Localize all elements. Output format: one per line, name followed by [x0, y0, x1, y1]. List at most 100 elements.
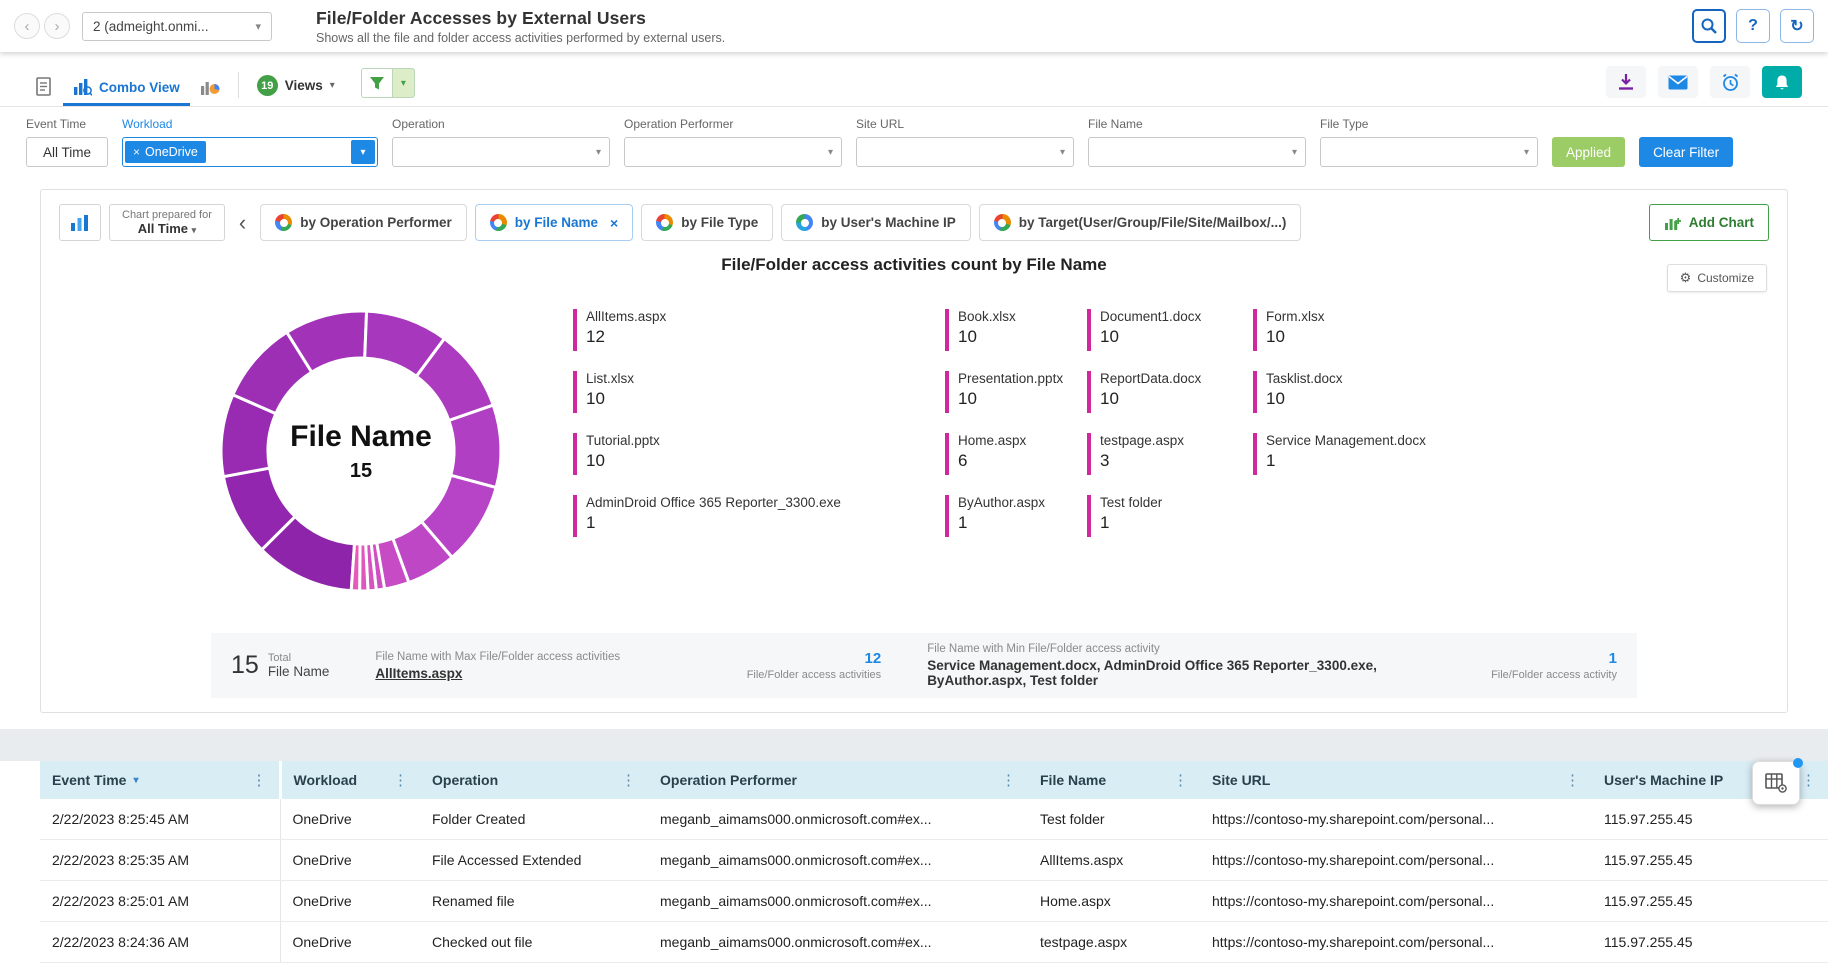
legend-item[interactable]: List.xlsx10	[573, 371, 945, 413]
column-menu-icon[interactable]: ⋮	[1565, 771, 1580, 789]
chart-tab-label: by Target(User/Group/File/Site/Mailbox/.…	[1019, 215, 1287, 230]
column-header[interactable]: Operation⋮	[420, 761, 648, 799]
filter-button[interactable]	[361, 68, 393, 98]
table-cell: 115.97.255.45	[1592, 922, 1828, 963]
chart-tab[interactable]: by File Type	[641, 204, 773, 241]
report-view-button[interactable]	[26, 77, 63, 106]
column-menu-icon[interactable]: ⋮	[393, 771, 408, 789]
column-header[interactable]: File Name⋮	[1028, 761, 1200, 799]
legend-item[interactable]: Test folder1	[1087, 495, 1253, 537]
chevron-down-icon[interactable]: ▾	[351, 140, 375, 164]
column-header[interactable]: Workload⋮	[280, 761, 420, 799]
chart-type-button[interactable]	[59, 204, 101, 241]
chart-tab[interactable]: by File Name×	[475, 204, 633, 241]
legend-item[interactable]: ReportData.docx10	[1087, 371, 1253, 413]
chart-tab[interactable]: by Operation Performer	[260, 204, 467, 241]
legend-item[interactable]: AdminDroid Office 365 Reporter_3300.exe1	[573, 495, 945, 537]
summary-max-name[interactable]: AllItems.aspx	[375, 666, 620, 681]
chart-tabs-row: Chart prepared for All Time ▾ ‹ by Opera…	[41, 190, 1787, 241]
legend-item[interactable]: Home.aspx6	[945, 433, 1087, 475]
table-grid-icon	[1765, 773, 1787, 793]
chart-tab[interactable]: by User's Machine IP	[781, 204, 971, 241]
table-cell: File Accessed Extended	[420, 840, 648, 881]
legend-item[interactable]: Form.xlsx10	[1253, 309, 1747, 351]
back-button[interactable]: ‹	[14, 13, 40, 39]
legend-value: 10	[958, 327, 1016, 347]
legend-item[interactable]: Tutorial.pptx10	[573, 433, 945, 475]
donut-chart[interactable]: File Name 15	[211, 301, 511, 601]
help-button[interactable]: ?	[1736, 9, 1770, 43]
legend-item[interactable]: Presentation.pptx10	[945, 371, 1087, 413]
table-row[interactable]: 2/22/2023 8:24:36 AMOneDriveChecked out …	[40, 922, 1828, 963]
filter-dropdown-button[interactable]: ▾	[393, 68, 415, 98]
search-button[interactable]	[1692, 9, 1726, 43]
tabs-scroll-left-button[interactable]: ‹	[233, 210, 252, 236]
legend-item[interactable]: Book.xlsx10	[945, 309, 1087, 351]
legend-item[interactable]: Tasklist.docx10	[1253, 371, 1747, 413]
chart-prepared-prefix: Chart prepared for	[122, 209, 212, 221]
chip-remove-icon[interactable]: ×	[133, 145, 140, 159]
donut-segment[interactable]	[351, 544, 360, 591]
schedule-button[interactable]	[1710, 66, 1750, 98]
workload-chip[interactable]: × OneDrive	[125, 141, 206, 163]
event-time-button[interactable]: All Time	[26, 137, 108, 167]
customize-button[interactable]: ⚙ Customize	[1667, 264, 1767, 292]
column-header[interactable]: Site URL⋮	[1200, 761, 1592, 799]
add-chart-button[interactable]: Add Chart	[1649, 204, 1769, 241]
column-menu-icon[interactable]: ⋮	[621, 771, 636, 789]
column-header[interactable]: Operation Performer⋮	[648, 761, 1028, 799]
chart-view-button[interactable]	[190, 78, 230, 106]
page-title: File/Folder Accesses by External Users	[316, 8, 725, 29]
column-header[interactable]: Event Time▾⋮	[40, 761, 280, 799]
donut-segment[interactable]	[449, 405, 501, 487]
table-settings-button[interactable]	[1752, 761, 1800, 805]
chart-prepared-for-dropdown[interactable]: Chart prepared for All Time ▾	[109, 204, 225, 241]
clear-filter-button[interactable]: Clear Filter	[1639, 137, 1733, 167]
legend-value: 12	[586, 327, 666, 347]
legend-bar-icon	[573, 495, 577, 537]
chart-tab[interactable]: by Target(User/Group/File/Site/Mailbox/.…	[979, 204, 1302, 241]
legend-item[interactable]: AllItems.aspx12	[573, 309, 945, 351]
column-menu-icon[interactable]: ⋮	[1173, 771, 1188, 789]
table-cell: https://contoso-my.sharepoint.com/person…	[1200, 881, 1592, 922]
table-row[interactable]: 2/22/2023 8:25:01 AMOneDriveRenamed file…	[40, 881, 1828, 922]
table-cell: meganb_aimams000.onmicrosoft.com#ex...	[648, 922, 1028, 963]
add-chart-icon	[1664, 215, 1681, 231]
chevron-down-icon: ▾	[401, 78, 406, 89]
table-cell: https://contoso-my.sharepoint.com/person…	[1200, 922, 1592, 963]
chart-tab-label: by Operation Performer	[300, 215, 452, 230]
summary-total-value: 15	[231, 651, 259, 680]
legend-item[interactable]: testpage.aspx3	[1087, 433, 1253, 475]
close-icon[interactable]: ×	[610, 215, 618, 231]
table-cell: OneDrive	[280, 840, 420, 881]
site-url-select[interactable]: ▾	[856, 137, 1074, 167]
table-row[interactable]: 2/22/2023 8:25:35 AMOneDriveFile Accesse…	[40, 840, 1828, 881]
applied-button[interactable]: Applied	[1552, 137, 1625, 167]
operation-select[interactable]: ▾	[392, 137, 610, 167]
views-dropdown[interactable]: 19 Views ▾	[247, 75, 345, 106]
legend-name: testpage.aspx	[1100, 433, 1184, 448]
history-button[interactable]: ↻	[1780, 9, 1814, 43]
alerts-button[interactable]	[1762, 66, 1802, 98]
table-cell: meganb_aimams000.onmicrosoft.com#ex...	[648, 799, 1028, 840]
operation-performer-select[interactable]: ▾	[624, 137, 842, 167]
legend-value: 1	[1266, 451, 1426, 471]
column-menu-icon[interactable]: ⋮	[1001, 771, 1016, 789]
export-download-button[interactable]	[1606, 66, 1646, 98]
sort-desc-icon[interactable]: ▾	[133, 775, 138, 786]
legend-item[interactable]: Service Management.docx1	[1253, 433, 1747, 475]
legend-item[interactable]: ByAuthor.aspx1	[945, 495, 1087, 537]
top-header: ‹ › 2 (admeight.onmi... ▾ File/Folder Ac…	[0, 0, 1828, 52]
forward-button[interactable]: ›	[44, 13, 70, 39]
file-type-select[interactable]: ▾	[1320, 137, 1538, 167]
email-button[interactable]	[1658, 66, 1698, 98]
workload-multiselect[interactable]: × OneDrive ▾	[122, 137, 378, 167]
column-menu-icon[interactable]: ⋮	[252, 771, 267, 789]
chart-card: Chart prepared for All Time ▾ ‹ by Opera…	[40, 189, 1788, 713]
tenant-selector[interactable]: 2 (admeight.onmi... ▾	[82, 12, 272, 41]
file-name-select[interactable]: ▾	[1088, 137, 1306, 167]
combo-view-tab[interactable]: Combo View	[63, 78, 190, 106]
table-row[interactable]: 2/22/2023 8:25:45 AMOneDriveFolder Creat…	[40, 799, 1828, 840]
legend-item[interactable]: Document1.docx10	[1087, 309, 1253, 351]
column-menu-icon[interactable]: ⋮	[1801, 771, 1816, 789]
